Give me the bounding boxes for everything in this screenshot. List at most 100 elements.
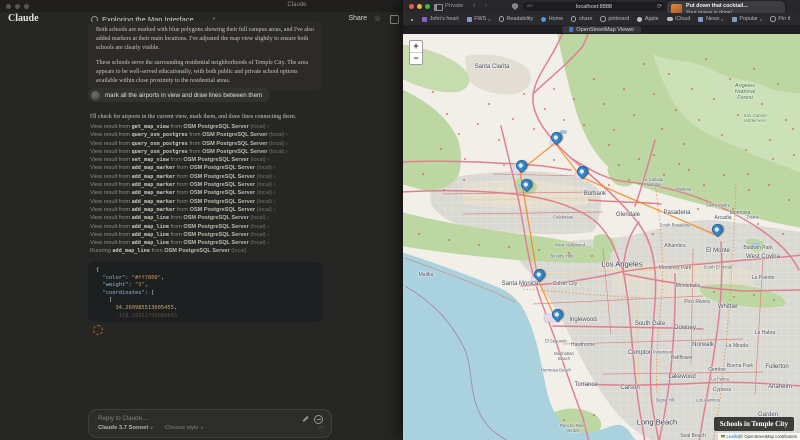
- bookmark-item[interactable]: Apple: [637, 16, 658, 22]
- composer[interactable]: Reply to Claude... Claude 3.7 Sonnet ∨ C…: [88, 409, 332, 438]
- tool-call-row[interactable]: View result from query_osm_postgres from…: [90, 149, 330, 157]
- tool-server-name: OSM PostgreSQL Server: [183, 157, 249, 163]
- close-window-icon[interactable]: [409, 4, 414, 9]
- bookmark-item[interactable]: Readability: [499, 16, 534, 22]
- poi-dot: [661, 128, 663, 130]
- bookmark-item[interactable]: pinboard: [600, 16, 629, 22]
- map-place-label: Fullerton: [765, 364, 788, 370]
- map-place-label: La Habra: [755, 330, 776, 336]
- tool-call-row[interactable]: View result from query_osm_postgres from…: [90, 132, 330, 140]
- forward-button[interactable]: ›: [485, 2, 487, 9]
- maximize-window-icon[interactable]: [24, 4, 29, 9]
- minimize-window-icon[interactable]: [15, 4, 20, 9]
- tool-name: query_osm_postgres: [132, 141, 188, 147]
- claude-titlebar[interactable]: Claude: [0, 0, 403, 12]
- poi-dot: [608, 184, 610, 186]
- tool-call-row[interactable]: View result from get_map_view from OSM P…: [90, 124, 330, 132]
- sidebar-toggle-icon[interactable]: [434, 4, 443, 11]
- style-selector[interactable]: Choose style ∨: [165, 425, 203, 431]
- tool-call-row[interactable]: View result from set_map_view from OSM P…: [90, 157, 330, 165]
- poi-dot: [737, 114, 739, 116]
- zoom-in-button[interactable]: +: [410, 41, 422, 53]
- expand-chevron-icon: ›: [266, 232, 269, 238]
- expand-chevron-icon: ›: [272, 182, 275, 188]
- tool-call-row[interactable]: Running add_map_line from OSM PostgreSQL…: [90, 248, 330, 256]
- tools-icon[interactable]: [314, 415, 323, 424]
- attach-icon[interactable]: [302, 416, 308, 422]
- tool-scope: (local): [255, 182, 272, 188]
- tool-call-row[interactable]: View result from add_map_marker from OSM…: [90, 199, 330, 207]
- close-window-icon[interactable]: [6, 4, 11, 9]
- minimize-window-icon[interactable]: [417, 4, 422, 9]
- map-place-label: Rancho Palos Verdes: [560, 423, 586, 433]
- bookmark-item[interactable]: iCloud: [667, 16, 691, 22]
- map-place-label: Whittier: [718, 304, 738, 310]
- map-place-label: Santa Clarita: [475, 64, 510, 70]
- tool-scope: (local): [268, 141, 285, 147]
- poi-dot: [623, 88, 625, 90]
- tool-call-row[interactable]: View result from add_map_marker from OSM…: [90, 190, 330, 198]
- poi-dot: [498, 139, 500, 141]
- tool-server-name: OSM PostgreSQL Server: [183, 240, 249, 246]
- code-token: "color": [96, 275, 125, 281]
- privacy-shield-icon[interactable]: [512, 3, 518, 10]
- expand-chevron-icon: ›: [284, 149, 287, 155]
- tool-call-row[interactable]: View result from add_map_marker from OSM…: [90, 207, 330, 215]
- share-button[interactable]: Share: [348, 15, 367, 22]
- tool-call-row[interactable]: View result from add_map_marker from OSM…: [90, 165, 330, 173]
- tool-action-label: View result from: [90, 224, 132, 230]
- tool-call-row[interactable]: View result from add_map_line from OSM P…: [90, 232, 330, 240]
- tool-call-row[interactable]: View result from add_map_marker from OSM…: [90, 174, 330, 182]
- map-canvas[interactable]: Santa ClaritaAngeles National ForestSan …: [403, 34, 800, 440]
- maximize-window-icon[interactable]: [425, 4, 430, 9]
- leaflet-link[interactable]: Leaflet: [726, 434, 739, 439]
- tool-call-row[interactable]: View result from add_map_line from OSM P…: [90, 224, 330, 232]
- expand-chevron-icon: ›: [266, 124, 269, 130]
- apple-icon: [637, 17, 642, 22]
- claude-logo[interactable]: Claude: [8, 13, 39, 24]
- osm-copyright[interactable]: © OpenStreetMap contributors: [740, 434, 797, 439]
- archive-icon[interactable]: [390, 15, 399, 24]
- bookmark-item[interactable]: Home: [541, 16, 563, 22]
- tool-name: query_osm_postgres: [132, 149, 188, 155]
- code-block[interactable]: { "color": "#ff7800", "weight": "3", "co…: [88, 262, 322, 322]
- poi-dot: [698, 119, 700, 121]
- poi-dot: [713, 291, 715, 293]
- reader-options-icon[interactable]: aA: [527, 4, 533, 9]
- code-token: ,: [174, 305, 177, 311]
- zoom-out-button[interactable]: −: [410, 53, 422, 64]
- reply-input[interactable]: Reply to Claude...: [98, 415, 147, 422]
- tool-call-row[interactable]: View result from add_map_marker from OSM…: [90, 182, 330, 190]
- bookmark-item[interactable]: News∨: [698, 16, 723, 22]
- back-button[interactable]: ‹: [473, 2, 475, 9]
- tool-call-row[interactable]: View result from add_map_line from OSM P…: [90, 215, 330, 223]
- poi-dot: [553, 159, 555, 161]
- bookmark-item[interactable]: John's heart: [422, 16, 459, 22]
- tool-scope: (local): [268, 132, 285, 138]
- reload-icon[interactable]: ⟳: [657, 3, 662, 10]
- bookmark-item[interactable]: share: [571, 16, 592, 22]
- map-place-label: Glendale: [616, 212, 640, 218]
- tool-call-row[interactable]: View result from add_map_line from OSM P…: [90, 240, 330, 248]
- tab-openstreetmap-viewer[interactable]: OpenStreetMap Viewer: [562, 26, 642, 33]
- bookmark-item[interactable]: Pin it: [770, 16, 790, 22]
- poi-dot: [769, 139, 771, 141]
- map-zoom-control: + −: [409, 40, 423, 65]
- poi-dot: [478, 244, 480, 246]
- tool-call-row[interactable]: View result from query_osm_postgres from…: [90, 141, 330, 149]
- poi-dot: [523, 93, 525, 95]
- bookmark-item[interactable]: [409, 17, 414, 22]
- user-avatar: [91, 91, 100, 100]
- tool-action-label: View result from: [90, 157, 132, 163]
- address-bar[interactable]: aA localhost:8888 ⟳: [523, 2, 665, 11]
- map-place-label: Seal Beach: [680, 433, 706, 439]
- expand-chevron-icon: ›: [266, 215, 269, 221]
- tool-call-list: View result from get_map_view from OSM P…: [90, 124, 330, 257]
- star-icon[interactable]: ☆: [374, 14, 381, 23]
- tool-from-label: from: [169, 232, 183, 238]
- bookmark-item[interactable]: FWS∨: [467, 16, 491, 22]
- code-token: "#ff7800": [132, 275, 161, 281]
- bookmark-item[interactable]: Popular∨: [732, 16, 763, 22]
- model-selector[interactable]: Claude 3.7 Sonnet ∨: [98, 425, 153, 431]
- url-text: localhost:8888: [576, 4, 612, 10]
